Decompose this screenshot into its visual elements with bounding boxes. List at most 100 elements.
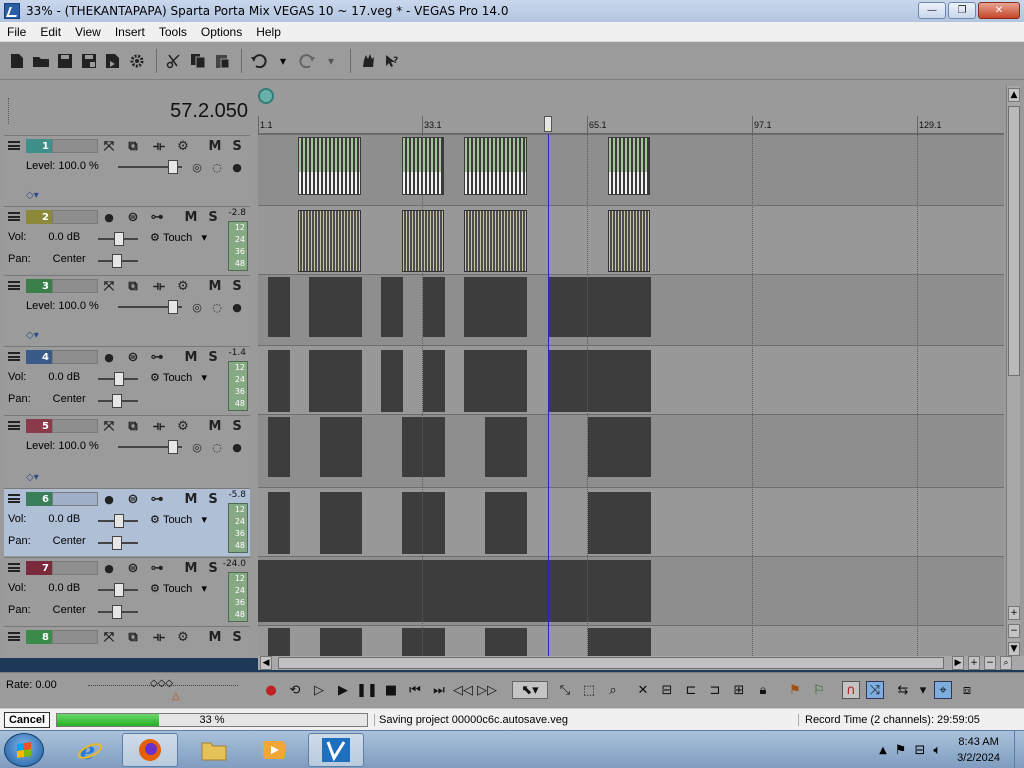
audio-clip[interactable]	[423, 350, 445, 412]
timeline-ruler[interactable]: 1.1 33.1 65.1 97.1 129.1	[258, 116, 1004, 134]
track-header-5[interactable]: 5 ⤧ ⧉ ⟛ ⚙ M S Level: 100.0 % ◎ ◌ ● ◇▾	[4, 415, 250, 487]
redo-icon[interactable]	[296, 50, 318, 72]
timeline-area[interactable]	[258, 134, 1004, 658]
track-menu-icon[interactable]	[8, 421, 20, 430]
level-slider[interactable]	[118, 440, 182, 454]
hand-icon[interactable]	[357, 50, 379, 72]
audio-clip[interactable]	[309, 350, 362, 412]
lane-5[interactable]	[258, 414, 1004, 487]
mute-button[interactable]: M	[206, 137, 224, 155]
menu-insert[interactable]: Insert	[108, 25, 152, 39]
action-center-flag-icon[interactable]: ⚑	[895, 743, 907, 758]
track-header-2[interactable]: 2 ● ⊜ ⊶ M S -2.8 12 24 36 48 Vol: 0.0 dB ⚙ …	[4, 206, 250, 274]
envelope-expand-icon[interactable]: ◇▾	[26, 330, 39, 341]
insert-marker-icon[interactable]: ⚑	[786, 681, 804, 699]
go-to-start-button[interactable]: ⏮	[406, 681, 424, 699]
show-desktop-button[interactable]	[1014, 731, 1024, 768]
track-motion-icon[interactable]: ⤧	[100, 628, 118, 646]
menu-file[interactable]: File	[0, 25, 33, 39]
mode-dropdown-icon[interactable]: ▾	[201, 371, 207, 384]
level-slider[interactable]	[118, 300, 182, 314]
pan-slider[interactable]	[98, 605, 138, 619]
video-clip[interactable]	[485, 628, 527, 658]
properties-gear-icon[interactable]	[126, 50, 148, 72]
lane-8[interactable]	[258, 625, 1004, 658]
envelope-edit-tool-icon[interactable]: ⤡	[556, 681, 574, 699]
solo-button[interactable]: S	[228, 277, 246, 295]
zoom-edit-tool-icon[interactable]: ⌕	[604, 681, 622, 699]
track-header-8[interactable]: 8 ⤧ ⧉ ⟛ ⚙ M S	[4, 626, 250, 658]
bus-icon[interactable]: ⊶	[148, 490, 166, 508]
loop-playback-button[interactable]: ⟲	[286, 681, 304, 699]
video-clip[interactable]	[402, 417, 445, 477]
trim-start-icon[interactable]: ⊏	[682, 681, 700, 699]
next-frame-button[interactable]: ▷▷	[477, 681, 497, 699]
video-clip[interactable]	[485, 417, 527, 477]
snapping-magnet-icon[interactable]: ∩	[842, 681, 860, 699]
audio-clip[interactable]	[381, 350, 403, 412]
video-clip[interactable]	[402, 628, 445, 658]
video-clip[interactable]	[268, 417, 290, 477]
video-clip[interactable]	[381, 277, 403, 337]
composite-mode-icon[interactable]: ◎	[188, 438, 206, 456]
volume-slider[interactable]	[98, 583, 138, 597]
automation-mode-label[interactable]: Touch	[163, 372, 192, 384]
bus-icon[interactable]: ⊶	[148, 348, 166, 366]
audio-clip[interactable]	[548, 350, 651, 412]
copy-icon[interactable]	[187, 50, 209, 72]
expand-icon[interactable]: ⚙	[174, 628, 192, 646]
start-button[interactable]	[4, 733, 44, 767]
solo-button[interactable]: S	[228, 417, 246, 435]
play-button[interactable]: ▶	[334, 681, 352, 699]
taskbar-clock[interactable]: 8:43 AM 3/2/2024	[943, 734, 1014, 766]
zoom-tool-icon[interactable]: ⌕	[1000, 656, 1012, 670]
render-as-icon[interactable]	[102, 50, 124, 72]
track-header-4[interactable]: 4 ● ⊜ ⊶ M S -1.4 12 24 36 48 Vol: 0.0 dB ⚙ …	[4, 346, 250, 414]
video-clip[interactable]	[588, 417, 651, 477]
track-name-field[interactable]	[52, 630, 98, 644]
open-folder-icon[interactable]	[30, 50, 52, 72]
timecode-display[interactable]: 57.2.050	[170, 100, 248, 123]
undo-dropdown-icon[interactable]: ▾	[272, 50, 294, 72]
restore-button[interactable]: ❐	[948, 2, 976, 19]
track-menu-icon[interactable]	[8, 494, 20, 503]
save-as-icon[interactable]	[78, 50, 100, 72]
video-clip[interactable]	[608, 137, 650, 195]
ripple-dropdown-icon[interactable]: ▾	[914, 681, 932, 699]
track-name-field[interactable]	[52, 210, 98, 224]
scroll-right-button[interactable]: ▶	[952, 656, 964, 670]
audio-clip[interactable]	[268, 350, 290, 412]
make-compositing-child-icon[interactable]: ●	[228, 438, 246, 456]
mute-button[interactable]: M	[182, 559, 200, 577]
track-fx-icon[interactable]: ⊜	[124, 559, 142, 577]
audio-clip[interactable]	[464, 350, 527, 412]
compositing-icon[interactable]: ⟛	[150, 277, 168, 295]
mute-button[interactable]: M	[206, 417, 224, 435]
video-clip[interactable]	[548, 277, 651, 337]
scroll-up-button[interactable]: ▲	[1008, 88, 1020, 102]
automation-gear-icon[interactable]: ⚙	[150, 371, 160, 384]
menu-help[interactable]: Help	[249, 25, 288, 39]
video-clip[interactable]	[423, 277, 445, 337]
mute-button[interactable]: M	[182, 208, 200, 226]
video-clip[interactable]	[268, 628, 290, 658]
whats-this-help-icon[interactable]: ?	[381, 50, 403, 72]
automation-mode-label[interactable]: Touch	[163, 232, 192, 244]
mode-dropdown-icon[interactable]: ▾	[201, 582, 207, 595]
composite-mode-icon[interactable]: ◎	[188, 158, 206, 176]
video-clip[interactable]	[320, 417, 362, 477]
track-fx-icon[interactable]: ⧉	[124, 628, 142, 646]
video-clip[interactable]	[309, 277, 362, 337]
trim-icon[interactable]: ⊟	[658, 681, 676, 699]
video-clip[interactable]	[320, 628, 362, 658]
automation-gear-icon[interactable]: ⚙	[150, 231, 160, 244]
arm-record-icon[interactable]: ●	[100, 208, 118, 226]
expand-icon[interactable]: ⚙	[174, 137, 192, 155]
close-button[interactable]: ✕	[978, 2, 1020, 19]
scroll-down-button[interactable]: ▼	[1008, 642, 1020, 656]
lock-icon[interactable]: 🔒︎	[754, 681, 772, 699]
scroll-left-button[interactable]: ◀	[260, 656, 272, 670]
record-button[interactable]: ●	[262, 681, 280, 699]
lane-7[interactable]	[258, 556, 1004, 625]
loop-playback-icon[interactable]	[258, 88, 274, 104]
